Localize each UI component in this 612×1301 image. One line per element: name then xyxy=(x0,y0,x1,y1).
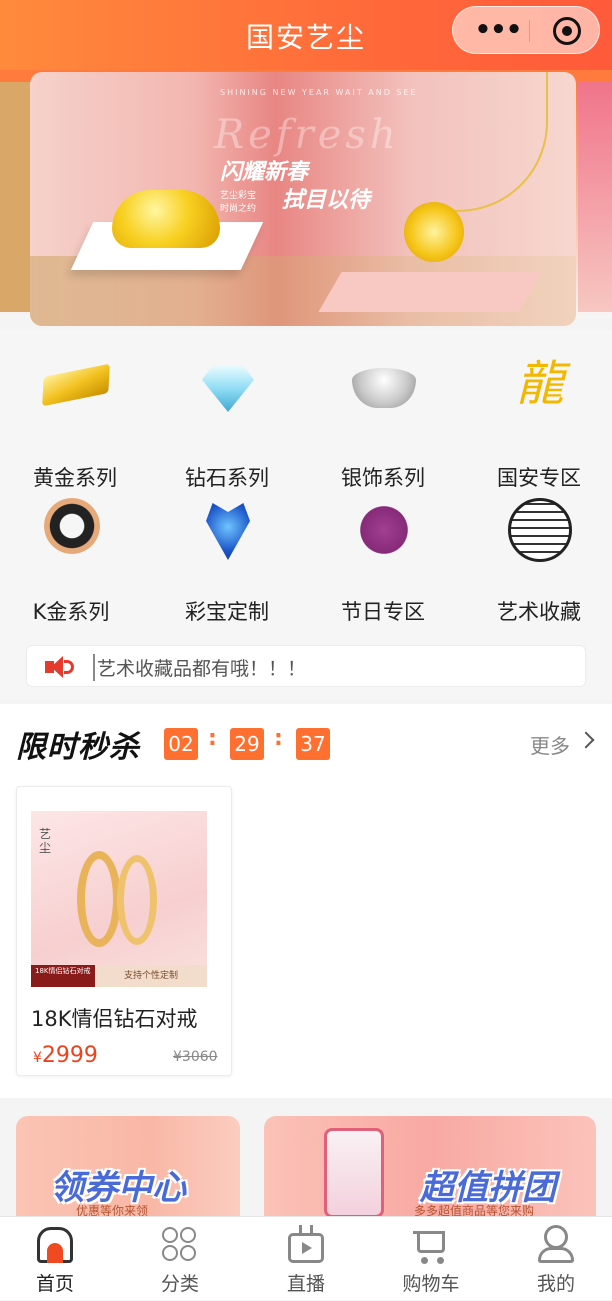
category-label: 钻石系列 xyxy=(185,466,269,490)
category-item-gem-custom[interactable]: 彩宝定制 xyxy=(152,498,302,624)
countdown-minutes: 29 xyxy=(230,728,264,760)
ring-icon xyxy=(44,498,100,554)
user-icon xyxy=(536,1225,576,1265)
banner-headline-2: 拭目以待 xyxy=(282,188,371,213)
home-icon xyxy=(35,1225,75,1265)
product-price: ¥2999 xyxy=(33,1043,98,1068)
capsule-divider xyxy=(529,20,530,42)
countdown-seconds: 37 xyxy=(296,728,330,760)
group-buy-tile[interactable]: 超值拼团 多多超值商品等您来购 xyxy=(264,1116,596,1226)
tab-profile[interactable]: 我的 xyxy=(495,1217,612,1301)
gold-bar-icon xyxy=(42,363,110,407)
tab-label: 分类 xyxy=(160,1273,199,1295)
tab-category[interactable]: 分类 xyxy=(119,1217,241,1301)
tab-label: 首页 xyxy=(35,1273,74,1295)
chevron-right-icon[interactable] xyxy=(577,731,595,749)
notice-bar[interactable]: 艺术收藏品都有哦！！！ xyxy=(26,645,586,687)
tab-live[interactable]: 直播 xyxy=(245,1217,367,1301)
product-card[interactable]: 艺尘 18K情侣钻石对戒 支持个性定制 18K情侣钻石对戒 ¥2999 ¥306… xyxy=(16,786,232,1076)
category-item-kgold[interactable]: K金系列 xyxy=(0,498,146,624)
couple-icon xyxy=(354,500,414,560)
promo-banner[interactable]: SHINING NEW YEAR WAIT AND SEE Refresh 闪耀… xyxy=(30,72,576,326)
live-tv-icon xyxy=(286,1225,326,1265)
more-link[interactable]: 更多 xyxy=(530,730,570,759)
category-label: K金系列 xyxy=(32,600,110,624)
banner-plinth-right xyxy=(318,272,542,312)
necklace-chain-image xyxy=(418,72,548,212)
gold-pixiu-image xyxy=(112,190,220,248)
ring-image xyxy=(77,851,121,947)
tab-label: 购物车 xyxy=(402,1273,460,1295)
category-item-guoan[interactable]: 龍 国安专区 xyxy=(464,352,612,490)
category-label: 彩宝定制 xyxy=(185,600,269,624)
category-label: 黄金系列 xyxy=(33,466,117,490)
countdown-hours: 02 xyxy=(164,728,198,760)
miniprogram-capsule: ••• xyxy=(452,6,600,54)
diamond-icon xyxy=(202,366,254,412)
heart-pendant-icon xyxy=(206,503,250,560)
category-label: 国安专区 xyxy=(497,466,581,490)
phone-shop-illustration xyxy=(324,1128,384,1218)
tab-home[interactable]: 首页 xyxy=(0,1217,116,1301)
notice-text: 艺术收藏品都有哦！！！ xyxy=(93,654,306,681)
category-item-art[interactable]: 艺术收藏 xyxy=(464,498,612,624)
category-label: 艺术收藏 xyxy=(497,600,581,624)
close-miniprogram-icon[interactable] xyxy=(553,17,581,45)
speaker-icon xyxy=(45,655,74,679)
category-item-diamond[interactable]: 钻石系列 xyxy=(152,352,302,490)
silver-ingot-icon xyxy=(352,368,416,408)
banner-subtitle: SHINING NEW YEAR WAIT AND SEE xyxy=(220,88,418,97)
bottom-tab-bar: 首页 分类 直播 购物车 我的 xyxy=(0,1216,612,1300)
flash-sale-title: 限时秒杀 xyxy=(16,730,140,765)
banner-overlay-word: Refresh xyxy=(214,112,400,158)
category-item-gold[interactable]: 黄金系列 xyxy=(0,352,150,490)
brand-mark: 艺尘 xyxy=(39,827,52,855)
category-item-holiday[interactable]: 节日专区 xyxy=(308,498,458,624)
banner-tagline: 艺尘彩宝时尚之约 xyxy=(220,191,257,214)
more-options-icon[interactable]: ••• xyxy=(469,7,527,55)
category-label: 银饰系列 xyxy=(341,466,425,490)
flash-sale-section: 限时秒杀 02 : 29 : 37 更多 艺尘 18K情侣钻石对戒 支持个性定制… xyxy=(0,704,612,1098)
original-price: ¥3060 xyxy=(173,1049,218,1065)
tab-cart[interactable]: 购物车 xyxy=(370,1217,492,1301)
product-image: 艺尘 18K情侣钻石对戒 支持个性定制 xyxy=(31,811,207,987)
category-grid-icon xyxy=(160,1225,200,1265)
cart-icon xyxy=(411,1225,451,1265)
countdown-separator: : xyxy=(208,726,217,751)
flower-pendant-image xyxy=(404,202,464,262)
category-item-silver[interactable]: 银饰系列 xyxy=(308,352,458,490)
coupon-center-tile[interactable]: 领券中心 优惠等你来领 xyxy=(16,1116,240,1226)
category-label: 节日专区 xyxy=(341,600,425,624)
dragon-logo-icon: 龍 xyxy=(515,356,564,412)
currency-symbol: ¥ xyxy=(33,1050,42,1066)
product-tag-left: 18K情侣钻石对戒 xyxy=(31,965,95,987)
countdown-separator: : xyxy=(274,726,283,751)
ring-image xyxy=(117,855,157,945)
lattice-icon xyxy=(508,498,572,562)
banner-prev-peek[interactable] xyxy=(0,82,30,312)
banner-next-peek[interactable] xyxy=(578,82,612,312)
price-value: 2999 xyxy=(41,1043,98,1068)
tab-label: 我的 xyxy=(536,1273,575,1295)
product-name: 18K情侣钻石对戒 xyxy=(31,1007,198,1031)
tab-label: 直播 xyxy=(286,1273,325,1295)
product-tag-right: 支持个性定制 xyxy=(95,965,207,987)
